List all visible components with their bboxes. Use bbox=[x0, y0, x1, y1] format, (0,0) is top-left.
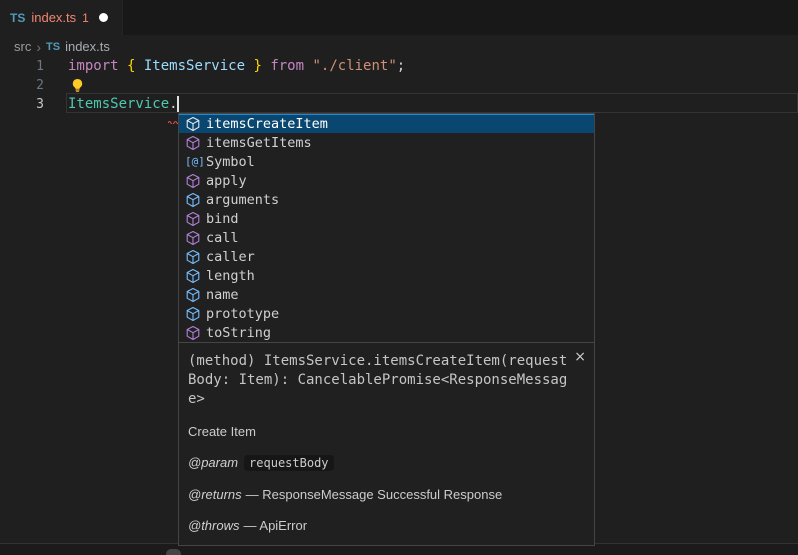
suggestion-item[interactable]: [@] toString bbox=[179, 323, 594, 342]
doc-returns-tag: @returns— ResponseMessage Successful Res… bbox=[188, 486, 584, 503]
method-icon bbox=[185, 211, 201, 227]
param-name-chip: requestBody bbox=[244, 455, 333, 471]
code-token: { bbox=[127, 58, 144, 74]
suggestion-item[interactable]: [@] bind bbox=[179, 209, 594, 228]
suggestion-item[interactable]: [@] name bbox=[179, 285, 594, 304]
suggestion-item[interactable]: [@] call bbox=[179, 228, 594, 247]
chevron-right-icon: › bbox=[36, 39, 41, 55]
code-token: import bbox=[68, 58, 127, 74]
doc-param-tag: @paramrequestBody bbox=[188, 454, 584, 472]
code-token: "./client" bbox=[312, 58, 396, 74]
line-number: 1 bbox=[0, 57, 44, 76]
field-icon bbox=[185, 192, 201, 208]
panel-grip-dot bbox=[166, 549, 181, 555]
unsaved-changes-dot-icon[interactable] bbox=[99, 13, 108, 22]
breadcrumb: src › TS index.ts bbox=[14, 36, 110, 57]
breadcrumb-file[interactable]: index.ts bbox=[65, 39, 110, 54]
suggestion-item[interactable]: [@] prototype bbox=[179, 304, 594, 323]
typescript-file-icon: TS bbox=[46, 41, 60, 53]
field-icon bbox=[185, 287, 201, 303]
typescript-file-icon: TS bbox=[10, 11, 25, 25]
suggestion-item[interactable]: [@] apply bbox=[179, 171, 594, 190]
field-icon bbox=[185, 249, 201, 265]
line-number: 2 bbox=[0, 76, 44, 95]
suggestion-item[interactable]: [@] itemsGetItems bbox=[179, 133, 594, 152]
suggest-widget: [@] itemsCreateItem [@] itemsGetItems [@… bbox=[178, 113, 595, 546]
method-icon bbox=[185, 230, 201, 246]
method-icon bbox=[185, 325, 201, 341]
code-token: ItemsService bbox=[68, 96, 169, 112]
suggestion-item[interactable]: [@] Symbol bbox=[179, 152, 594, 171]
code-token: from bbox=[270, 58, 312, 74]
tab-label: index.ts bbox=[31, 10, 76, 25]
field-icon bbox=[185, 306, 201, 322]
code-token: ; bbox=[397, 58, 405, 74]
suggestion-item[interactable]: [@] itemsCreateItem bbox=[179, 114, 594, 133]
suggestion-list: [@] itemsCreateItem [@] itemsGetItems [@… bbox=[179, 114, 594, 342]
method-icon bbox=[185, 116, 201, 132]
method-icon bbox=[185, 173, 201, 189]
vscode-window: TS index.ts 1 src › TS index.ts 1 2 3 im… bbox=[0, 0, 798, 555]
tab-error-count: 1 bbox=[82, 11, 89, 25]
suggestion-item[interactable]: [@] length bbox=[179, 266, 594, 285]
field-icon bbox=[185, 268, 201, 284]
code-token: } bbox=[245, 58, 270, 74]
text-cursor bbox=[177, 96, 179, 112]
symbol-misc-icon: [@] bbox=[185, 155, 201, 168]
tab-index-ts[interactable]: TS index.ts 1 bbox=[0, 0, 123, 35]
code-line-3: ItemsService. bbox=[68, 95, 178, 114]
suggestion-item[interactable]: [@] caller bbox=[179, 247, 594, 266]
doc-throws-tag: @throws— ApiError bbox=[188, 517, 584, 534]
code-line-1: import { ItemsService } from "./client"; bbox=[68, 57, 405, 76]
method-icon bbox=[185, 135, 201, 151]
suggestion-item[interactable]: [@] arguments bbox=[179, 190, 594, 209]
doc-summary: Create Item bbox=[188, 423, 584, 440]
breadcrumb-folder[interactable]: src bbox=[14, 39, 31, 54]
code-token: ItemsService bbox=[144, 58, 245, 74]
close-icon[interactable]: × bbox=[574, 349, 586, 365]
tab-bar: TS index.ts 1 bbox=[0, 0, 798, 35]
suggest-docs-panel: × (method) ItemsService.itemsCreateItem(… bbox=[179, 342, 594, 545]
line-number: 3 bbox=[0, 95, 44, 114]
method-signature: (method) ItemsService.itemsCreateItem(re… bbox=[188, 352, 567, 409]
